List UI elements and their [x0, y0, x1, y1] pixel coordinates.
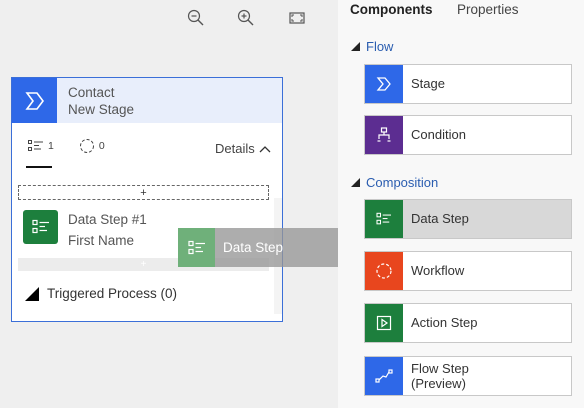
data-step-icon — [23, 210, 58, 244]
stage-header[interactable]: Contact New Stage — [12, 78, 282, 123]
details-label: Details — [215, 141, 255, 156]
triggered-process[interactable]: Triggered Process (0) — [25, 286, 177, 301]
stage-counts: 1 0 — [28, 139, 105, 153]
component-stage-label: Stage — [411, 76, 445, 91]
zoom-in-icon[interactable] — [236, 8, 256, 28]
data-step-subtitle: First Name — [68, 233, 135, 248]
component-workflow-label: Workflow — [411, 263, 465, 278]
stage-card[interactable]: Contact New Stage 1 0 Details + Data Ste… — [11, 77, 283, 322]
zoom-out-icon[interactable] — [186, 8, 206, 28]
group-flow-label: Flow — [366, 39, 394, 54]
drag-ghost-label: Data Step — [223, 240, 284, 255]
data-step-icon — [178, 228, 215, 267]
workflow-circle-icon — [365, 252, 403, 290]
process-canvas: Contact New Stage 1 0 Details + Data Ste… — [0, 0, 385, 408]
component-flow-step-label: Flow Step (Preview) — [411, 361, 469, 391]
stage-chevron-icon — [365, 65, 403, 103]
tab-properties[interactable]: Properties — [457, 2, 519, 17]
expand-triangle-icon[interactable] — [25, 286, 39, 301]
collapse-triangle-icon — [351, 178, 360, 187]
component-flow-step[interactable]: Flow Step (Preview) — [364, 356, 572, 396]
component-condition-label: Condition — [411, 127, 466, 142]
component-action-step-label: Action Step — [411, 315, 478, 330]
group-composition-header[interactable]: Composition — [351, 175, 438, 190]
workflow-count: 0 — [98, 140, 105, 152]
action-step-icon — [365, 304, 403, 342]
stage-title: Contact — [68, 85, 115, 100]
data-step-icon — [365, 200, 403, 238]
stage-chevron-icon — [12, 78, 57, 123]
component-action-step[interactable]: Action Step — [364, 303, 572, 343]
component-workflow[interactable]: Workflow — [364, 251, 572, 291]
data-step-title: Data Step #1 — [68, 212, 147, 227]
component-condition[interactable]: Condition — [364, 115, 572, 155]
stage-subtitle: New Stage — [68, 102, 135, 117]
fit-to-screen-icon[interactable] — [287, 8, 307, 28]
component-data-step-label: Data Step — [411, 211, 469, 226]
flow-step-icon — [365, 357, 403, 395]
tab-components[interactable]: Components — [350, 2, 433, 17]
collapse-triangle-icon — [351, 42, 360, 51]
steps-list-icon[interactable] — [28, 139, 44, 153]
components-panel: Components Properties Flow Stage Conditi… — [338, 0, 584, 408]
component-data-step[interactable]: Data Step — [364, 199, 572, 239]
group-flow-header[interactable]: Flow — [351, 39, 393, 54]
component-stage[interactable]: Stage — [364, 64, 572, 104]
group-composition-label: Composition — [366, 175, 439, 190]
active-tab-indicator — [26, 166, 52, 168]
drop-zone[interactable]: + — [18, 185, 269, 200]
triggered-process-label: Triggered Process (0) — [47, 286, 178, 301]
workflow-circle-icon[interactable] — [79, 139, 95, 153]
condition-branch-icon — [365, 116, 403, 154]
flow-step-label-line1: Flow Step — [411, 361, 469, 376]
details-toggle[interactable]: Details — [215, 141, 271, 156]
flow-step-label-line2: (Preview) — [411, 376, 466, 391]
step-count: 1 — [48, 140, 54, 152]
chevron-up-icon — [259, 145, 271, 152]
